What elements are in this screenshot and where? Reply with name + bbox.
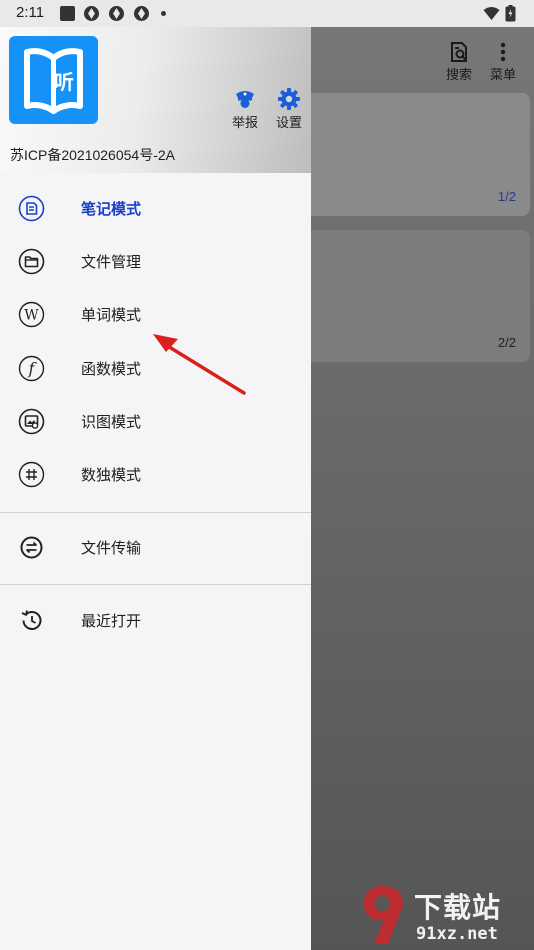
notification-dot bbox=[161, 11, 166, 16]
menu-item-function-mode[interactable]: f 函数模式 bbox=[0, 343, 311, 395]
menu-item-file-transfer[interactable]: 文件传输 bbox=[0, 522, 311, 574]
app-logo: 听 bbox=[9, 36, 98, 124]
w-letter-icon: W bbox=[18, 301, 45, 328]
menu-item-label: 笔记模式 bbox=[81, 200, 142, 218]
watermark-logo: 下载站 91xz.net bbox=[360, 880, 534, 950]
gear-icon bbox=[278, 88, 300, 110]
watermark-domain: 91xz.net bbox=[416, 924, 498, 944]
folder-icon bbox=[18, 248, 45, 275]
image-recognition-icon bbox=[18, 408, 45, 435]
menu-item-recently-opened[interactable]: 最近打开 bbox=[0, 595, 311, 647]
wifi-icon bbox=[483, 7, 500, 20]
settings-label: 设置 bbox=[275, 116, 302, 131]
aperture-icon bbox=[109, 6, 124, 21]
menu-item-label: 文件传输 bbox=[81, 539, 142, 557]
menu-item-file-manager[interactable]: 文件管理 bbox=[0, 236, 311, 288]
navigation-drawer: 听 举报 设置 苏ICP备2021026054号-2A 笔记模式 文件管理 W … bbox=[0, 27, 311, 950]
menu-item-label: 数独模式 bbox=[81, 466, 142, 484]
menu-divider bbox=[0, 584, 311, 585]
bg-search-label: 搜索 bbox=[445, 68, 472, 83]
function-icon: f bbox=[18, 355, 45, 382]
menu-item-image-recognition-mode[interactable]: 识图模式 bbox=[0, 396, 311, 448]
bg-search-button[interactable]: 搜索 bbox=[439, 41, 479, 83]
drawer-header: 听 举报 设置 苏ICP备2021026054号-2A bbox=[0, 27, 311, 173]
report-button[interactable]: 举报 bbox=[227, 87, 263, 131]
aperture-icon bbox=[134, 6, 149, 21]
menu-item-sudoku-mode[interactable]: 数独模式 bbox=[0, 449, 311, 501]
bg-note-card[interactable]: 2/2 bbox=[295, 230, 530, 362]
menu-item-label: 识图模式 bbox=[81, 413, 142, 431]
menu-item-label: 最近打开 bbox=[81, 612, 142, 630]
hash-icon bbox=[18, 461, 45, 488]
transfer-icon bbox=[20, 536, 43, 559]
police-cap-icon bbox=[236, 91, 254, 108]
history-icon bbox=[21, 610, 42, 630]
svg-text:f: f bbox=[28, 359, 38, 378]
menu-item-label: 单词模式 bbox=[81, 306, 142, 324]
bg-menu-label: 菜单 bbox=[489, 68, 516, 83]
icp-license: 苏ICP备2021026054号-2A bbox=[10, 147, 175, 163]
menu-divider bbox=[0, 512, 311, 513]
logo-text: 听 bbox=[54, 70, 74, 94]
bg-note-card[interactable]: 1/2 bbox=[295, 93, 530, 216]
search-doc-icon bbox=[451, 42, 467, 62]
watermark-logo-icon bbox=[364, 886, 403, 944]
menu-item-label: 文件管理 bbox=[81, 253, 142, 271]
menu-item-word-mode[interactable]: W 单词模式 bbox=[0, 289, 311, 341]
menu-dots-icon bbox=[500, 42, 506, 62]
settings-button[interactable]: 设置 bbox=[271, 87, 307, 131]
menu-item-note-mode[interactable]: 笔记模式 bbox=[0, 183, 311, 235]
bg-card-count: 2/2 bbox=[497, 335, 516, 350]
battery-icon bbox=[505, 5, 516, 22]
report-label: 举报 bbox=[231, 116, 258, 131]
menu-item-label: 函数模式 bbox=[81, 360, 142, 378]
bg-card-count: 1/2 bbox=[497, 189, 516, 204]
aperture-icon bbox=[84, 6, 99, 21]
bg-menu-button[interactable]: 菜单 bbox=[483, 41, 523, 83]
svg-text:W: W bbox=[24, 308, 39, 324]
watermark-title: 下载站 bbox=[414, 891, 502, 924]
note-icon bbox=[18, 195, 45, 222]
status-time: 2:11 bbox=[16, 4, 45, 21]
app-square-icon bbox=[60, 6, 75, 21]
status-bar: 2:11 bbox=[0, 0, 534, 27]
